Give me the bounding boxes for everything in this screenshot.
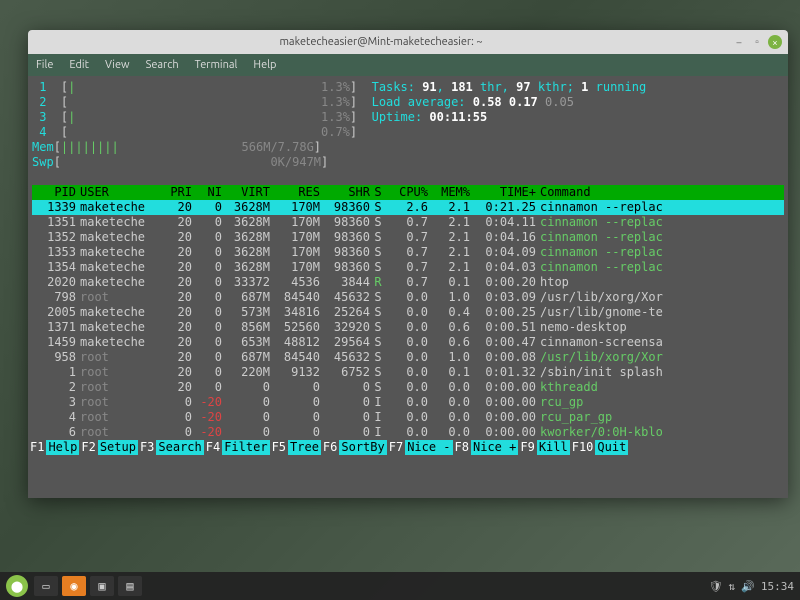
- process-row[interactable]: 1354maketeche2003628M170M98360S0.72.10:0…: [32, 260, 784, 275]
- close-button[interactable]: ×: [768, 35, 782, 49]
- process-header[interactable]: PIDUSERPRINIVIRTRESSHRSCPU%MEM%TIME+Comm…: [32, 185, 784, 200]
- fkey-F6-label[interactable]: SortBy: [339, 440, 386, 455]
- fkey-F1: F1: [28, 440, 46, 455]
- menu-file[interactable]: File: [36, 59, 53, 71]
- process-row[interactable]: 3root0-20000I0.00.00:00.00rcu_gp: [32, 395, 784, 410]
- process-row[interactable]: 1353maketeche2003628M170M98360S0.72.10:0…: [32, 245, 784, 260]
- fkey-F3: F3: [138, 440, 156, 455]
- window-title: maketecheasier@Mint-maketecheasier: ~: [34, 36, 728, 48]
- fkey-F8-label[interactable]: Nice +: [471, 440, 518, 455]
- fkey-F9: F9: [518, 440, 536, 455]
- menu-search[interactable]: Search: [146, 59, 179, 71]
- process-row[interactable]: 4root0-20000I0.00.00:00.00rcu_par_gp: [32, 410, 784, 425]
- fkey-F5-label[interactable]: Tree: [288, 440, 321, 455]
- process-row[interactable]: 1371maketeche200856M5256032920S0.00.60:0…: [32, 320, 784, 335]
- swp-meter: Swp[ 0K/947M]: [32, 155, 784, 170]
- fkey-F4-label[interactable]: Filter: [222, 440, 269, 455]
- fkey-F7: F7: [387, 440, 405, 455]
- function-keys: F1HelpF2SetupF3SearchF4FilterF5TreeF6Sor…: [28, 440, 788, 455]
- process-row[interactable]: 2root200000S0.00.00:00.00kthreadd: [32, 380, 784, 395]
- process-row[interactable]: 2020maketeche2003337245363844R0.70.10:00…: [32, 275, 784, 290]
- cpu-meter-4: 4 [ 0.7%]: [32, 125, 784, 140]
- system-tray: 🛡 ⇅ 🔊 15:34: [709, 580, 794, 593]
- start-menu-button[interactable]: ⬤: [6, 575, 28, 597]
- process-row[interactable]: 958root200687M8454045632S0.01.00:00.08/u…: [32, 350, 784, 365]
- menu-edit[interactable]: Edit: [69, 59, 89, 71]
- cpu-meter-2: 2 [ 1.3%] Load average: 0.58 0.17 0.05: [32, 95, 784, 110]
- fkey-F2: F2: [79, 440, 97, 455]
- terminal-window: maketecheasier@Mint-maketecheasier: ~ – …: [28, 30, 788, 498]
- menu-terminal[interactable]: Terminal: [195, 59, 238, 71]
- files-icon[interactable]: ▤: [118, 576, 142, 596]
- process-row[interactable]: 6root0-20000I0.00.00:00.00kworker/0:0H-k…: [32, 425, 784, 440]
- fkey-F3-label[interactable]: Search: [156, 440, 203, 455]
- fkey-F2-label[interactable]: Setup: [98, 440, 138, 455]
- mem-meter: Mem[|||||||| 566M/7.78G]: [32, 140, 784, 155]
- fkey-F4: F4: [204, 440, 222, 455]
- clock[interactable]: 15:34: [761, 580, 794, 593]
- titlebar[interactable]: maketecheasier@Mint-maketecheasier: ~ – …: [28, 30, 788, 54]
- fkey-F7-label[interactable]: Nice -: [405, 440, 452, 455]
- minimize-button[interactable]: –: [732, 35, 746, 49]
- fkey-F9-label[interactable]: Kill: [537, 440, 570, 455]
- process-row[interactable]: 1339maketeche2003628M170M98360S2.62.10:2…: [32, 200, 784, 215]
- maximize-button[interactable]: ▫: [750, 35, 764, 49]
- terminal-content[interactable]: 1 [| 1.3%] Tasks: 91, 181 thr, 97 kthr; …: [28, 76, 788, 498]
- network-icon[interactable]: ⇅: [729, 580, 736, 593]
- mint-logo-icon: ⬤: [11, 580, 23, 593]
- menu-view[interactable]: View: [105, 59, 130, 71]
- fkey-F1-label[interactable]: Help: [46, 440, 79, 455]
- volume-icon[interactable]: 🔊: [741, 580, 755, 593]
- fkey-F6: F6: [321, 440, 339, 455]
- shield-icon[interactable]: 🛡: [709, 580, 723, 593]
- process-row[interactable]: 798root200687M8454045632S0.01.00:03.09/u…: [32, 290, 784, 305]
- firefox-icon[interactable]: ◉: [62, 576, 86, 596]
- fkey-F10-label[interactable]: Quit: [595, 440, 628, 455]
- menu-help[interactable]: Help: [253, 59, 276, 71]
- show-desktop-icon[interactable]: ▭: [34, 576, 58, 596]
- process-row[interactable]: 1352maketeche2003628M170M98360S0.72.10:0…: [32, 230, 784, 245]
- cpu-meter-1: 1 [| 1.3%] Tasks: 91, 181 thr, 97 kthr; …: [32, 80, 784, 95]
- process-row[interactable]: 2005maketeche200573M3481625264S0.00.40:0…: [32, 305, 784, 320]
- process-row[interactable]: 1root200220M91326752S0.00.10:01.32/sbin/…: [32, 365, 784, 380]
- process-row[interactable]: 1459maketeche200653M4881229564S0.00.60:0…: [32, 335, 784, 350]
- terminal-icon[interactable]: ▣: [90, 576, 114, 596]
- taskbar: ⬤ ▭ ◉ ▣ ▤ 🛡 ⇅ 🔊 15:34: [0, 572, 800, 600]
- process-row[interactable]: 1351maketeche2003628M170M98360S0.72.10:0…: [32, 215, 784, 230]
- cpu-meter-3: 3 [| 1.3%] Uptime: 00:11:55: [32, 110, 784, 125]
- fkey-F8: F8: [453, 440, 471, 455]
- fkey-F10: F10: [570, 440, 596, 455]
- menubar: File Edit View Search Terminal Help: [28, 54, 788, 76]
- fkey-F5: F5: [270, 440, 288, 455]
